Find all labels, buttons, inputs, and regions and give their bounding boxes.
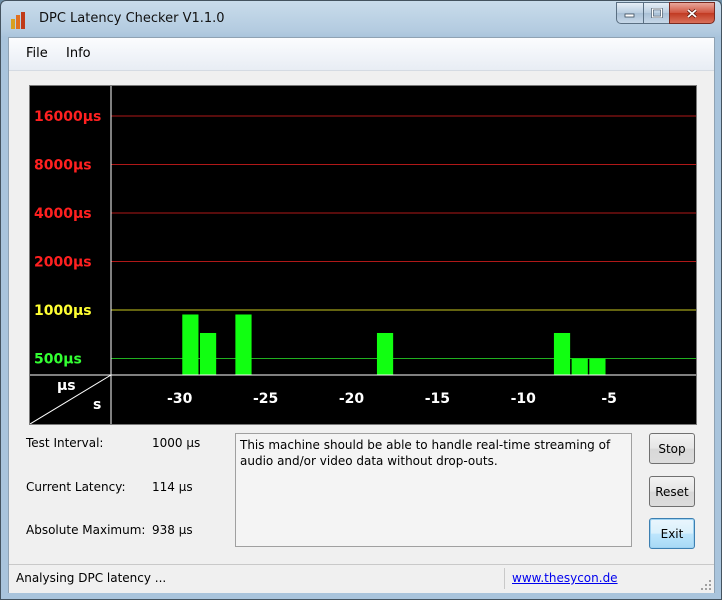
y-tick-label: 16000µs <box>34 109 101 125</box>
exit-button[interactable]: Exit <box>649 518 695 549</box>
client-area: File Info 16000µs 8000µs 4000µs 2000µs 1000µ… <box>8 37 715 593</box>
maximize-icon <box>650 8 663 18</box>
x-tick-label: -25 <box>253 391 278 407</box>
app-logo-icon <box>11 11 29 29</box>
latency-bar <box>199 332 217 375</box>
latency-bar <box>553 332 571 375</box>
latency-bar <box>182 314 199 375</box>
absolute-maximum-value: 938 µs <box>152 523 193 537</box>
x-tick-label: -20 <box>339 391 365 407</box>
current-latency-label: Current Latency: <box>26 480 126 494</box>
close-icon <box>686 8 698 18</box>
current-latency-value: 114 µs <box>152 480 193 494</box>
title-bar[interactable]: DPC Latency Checker V1.1.0 <box>1 1 721 37</box>
website-link[interactable]: www.thesycon.de <box>512 571 618 585</box>
x-tick-label: -10 <box>511 391 537 407</box>
reset-button[interactable]: Reset <box>649 476 695 507</box>
x-tick-label: -5 <box>601 391 617 407</box>
x-tick-label: -15 <box>425 391 450 407</box>
window-controls <box>616 2 715 24</box>
y-tick-label: 4000µs <box>34 206 92 222</box>
app-window: DPC Latency Checker V1.1.0 File Info 160… <box>0 0 722 600</box>
y-axis-unit-label: µs <box>57 378 76 394</box>
menu-file[interactable]: File <box>26 46 48 61</box>
status-separator <box>504 568 505 589</box>
latency-bar <box>589 358 606 375</box>
minimize-button[interactable] <box>616 2 643 24</box>
status-text: Analysing DPC latency ... <box>16 571 167 585</box>
y-tick-label: 2000µs <box>34 255 92 271</box>
resize-grip-icon[interactable] <box>700 579 712 591</box>
menu-info[interactable]: Info <box>66 46 91 61</box>
menu-bar: File Info <box>9 38 714 71</box>
test-interval-label: Test Interval: <box>26 436 104 450</box>
latency-bar <box>376 332 394 375</box>
latency-chart: 16000µs 8000µs 4000µs 2000µs 1000µs 500µs µs s -… <box>29 85 697 425</box>
test-interval-value: 1000 µs <box>152 436 201 450</box>
status-message-box: This machine should be able to handle re… <box>235 433 632 547</box>
latency-chart-svg: 16000µs 8000µs 4000µs 2000µs 1000µs 500µs µs s -… <box>30 86 696 424</box>
latency-bar <box>235 314 252 375</box>
y-tick-label: 8000µs <box>34 158 92 174</box>
y-tick-label: 500µs <box>34 352 82 368</box>
x-tick-label: -30 <box>167 391 193 407</box>
minimize-icon <box>624 13 635 18</box>
close-button[interactable] <box>669 2 715 24</box>
window-title: DPC Latency Checker V1.1.0 <box>39 11 225 26</box>
maximize-button[interactable] <box>643 2 669 24</box>
latency-bar <box>571 358 588 375</box>
y-tick-label: 1000µs <box>34 303 92 319</box>
status-bar: Analysing DPC latency ... www.thesycon.d… <box>9 564 714 593</box>
absolute-maximum-label: Absolute Maximum: <box>26 523 146 537</box>
x-axis-unit-label: s <box>93 397 101 413</box>
stop-button[interactable]: Stop <box>649 433 695 464</box>
